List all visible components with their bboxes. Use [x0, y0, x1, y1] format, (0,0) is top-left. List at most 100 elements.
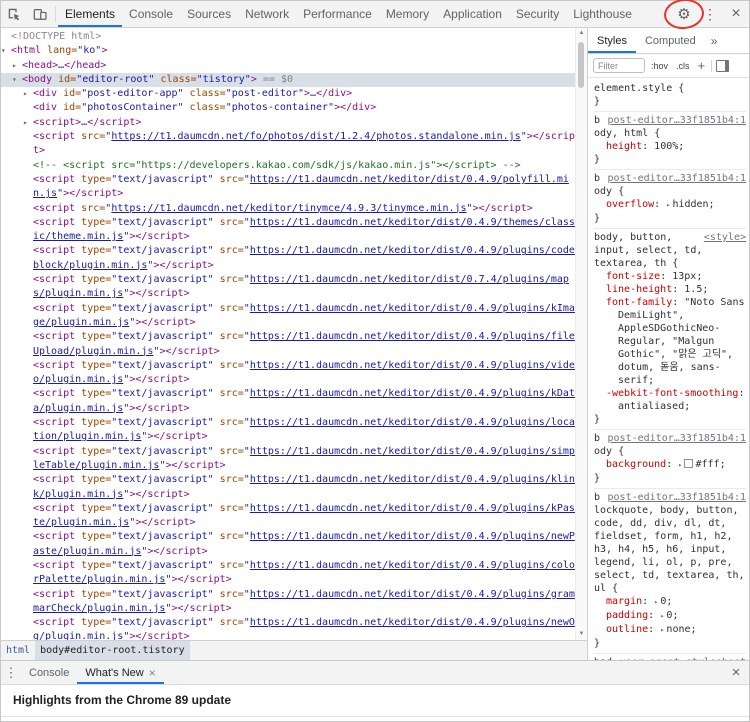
- overflow-tabs-icon[interactable]: »: [707, 28, 722, 53]
- property-value[interactable]: 0;: [660, 596, 672, 607]
- property-value[interactable]: 1.5;: [684, 284, 708, 295]
- rule-selector[interactable]: body, button, input, select, td, textare…: [594, 232, 702, 269]
- panel-tab-performance[interactable]: Performance: [296, 1, 379, 27]
- property-name[interactable]: -webkit-font-smoothing: [606, 388, 738, 399]
- property-name[interactable]: font-family: [606, 297, 672, 308]
- sidebar-tab-styles[interactable]: Styles: [588, 28, 636, 53]
- css-property[interactable]: -webkit-font-smoothing: antialiased;: [594, 387, 746, 413]
- styles-filter-input[interactable]: [593, 58, 645, 73]
- new-style-rule-button[interactable]: +: [696, 58, 708, 73]
- script-url-link[interactable]: https://t1.daumcdn.net/fo/photos/dist/1.…: [111, 131, 520, 142]
- tree-node[interactable]: <script type="text/javascript" src="http…: [1, 530, 575, 559]
- property-name[interactable]: overflow: [606, 199, 654, 210]
- scrollbar-thumb[interactable]: [578, 42, 584, 88]
- breadcrumb-html[interactable]: html: [1, 641, 35, 660]
- toggle-class-button[interactable]: .cls: [674, 60, 692, 72]
- property-value[interactable]: 13px;: [672, 271, 702, 282]
- sidebar-tab-computed[interactable]: Computed: [636, 28, 705, 53]
- tree-node[interactable]: <script type="text/javascript" src="http…: [1, 445, 575, 474]
- scroll-down-icon[interactable]: ▼: [576, 629, 587, 640]
- property-name[interactable]: background: [606, 459, 666, 470]
- tree-node[interactable]: ▸ <div id="post-editor-app" class="post-e…: [1, 87, 575, 101]
- tree-node[interactable]: <script type="text/javascript" src="http…: [1, 416, 575, 445]
- css-property[interactable]: font-size: 13px;: [594, 270, 746, 283]
- property-value[interactable]: #fff;: [695, 459, 725, 470]
- panel-tab-console[interactable]: Console: [122, 1, 180, 27]
- property-value[interactable]: none;: [666, 624, 696, 635]
- rule-selector[interactable]: element.style {: [594, 83, 684, 94]
- property-name[interactable]: font-size: [606, 271, 660, 282]
- panel-tab-lighthouse[interactable]: Lighthouse: [566, 1, 639, 27]
- tree-node[interactable]: <script type="text/javascript" src="http…: [1, 616, 575, 640]
- tree-node[interactable]: <!-- <script src="https://developers.kak…: [1, 159, 575, 173]
- panel-tab-security[interactable]: Security: [509, 1, 566, 27]
- expand-icon[interactable]: ▸: [12, 59, 22, 73]
- property-name[interactable]: margin: [606, 596, 642, 607]
- tree-node[interactable]: <script type="text/javascript" src="http…: [1, 173, 575, 202]
- device-toolbar-icon[interactable]: [27, 1, 53, 27]
- stylesheet-link[interactable]: <style>: [704, 231, 746, 244]
- tree-node[interactable]: <script type="text/javascript" src="http…: [1, 387, 575, 416]
- tree-node[interactable]: <script src="https://t1.daumcdn.net/fo/p…: [1, 130, 575, 159]
- css-property[interactable]: outline: ▸ none;: [594, 623, 746, 637]
- property-value[interactable]: "Noto Sans DemiLight", AppleSDGothicNeo-…: [618, 297, 745, 386]
- elements-scrollbar[interactable]: ▲ ▼: [575, 28, 587, 640]
- collapse-icon[interactable]: ▾: [12, 73, 22, 87]
- tree-node[interactable]: <script type="text/javascript" src="http…: [1, 473, 575, 502]
- tree-node[interactable]: <div id="photosContainer" class="photos-…: [1, 101, 575, 115]
- css-property[interactable]: line-height: 1.5;: [594, 283, 746, 296]
- tree-node[interactable]: <script type="text/javascript" src="http…: [1, 216, 575, 245]
- css-property[interactable]: margin: ▸ 0;: [594, 595, 746, 609]
- panel-tab-memory[interactable]: Memory: [379, 1, 436, 27]
- tree-node[interactable]: <script type="text/javascript" src="http…: [1, 359, 575, 388]
- tree-node[interactable]: ▸ <script>…</script>: [1, 116, 575, 130]
- close-devtools-icon[interactable]: ×: [723, 1, 749, 27]
- property-value[interactable]: 0;: [666, 610, 678, 621]
- close-drawer-icon[interactable]: ×: [723, 661, 749, 684]
- tree-node[interactable]: <script src="https://t1.daumcdn.net/kedi…: [1, 202, 575, 216]
- expand-icon[interactable]: ▸: [23, 116, 33, 130]
- scroll-up-icon[interactable]: ▲: [576, 28, 587, 39]
- panel-tab-application[interactable]: Application: [436, 1, 509, 27]
- more-options-icon[interactable]: ⋮: [697, 1, 723, 27]
- color-swatch[interactable]: [684, 459, 694, 468]
- css-property[interactable]: overflow: ▸ hidden;: [594, 198, 746, 212]
- stylesheet-link[interactable]: post-editor…33f1851b4:1: [608, 491, 746, 504]
- css-property[interactable]: background: ▸ #fff;: [594, 458, 746, 472]
- property-name[interactable]: line-height: [606, 284, 672, 295]
- expand-icon[interactable]: ▸: [23, 87, 33, 101]
- css-property[interactable]: font-family: "Noto Sans DemiLight", Appl…: [594, 296, 746, 387]
- settings-gear-icon[interactable]: ⚙: [662, 0, 706, 32]
- panel-tab-sources[interactable]: Sources: [180, 1, 238, 27]
- drawer-tab-console[interactable]: Console: [21, 661, 77, 684]
- css-property[interactable]: height: 100%;: [594, 140, 746, 153]
- tree-node[interactable]: <!DOCTYPE html>: [1, 30, 575, 44]
- tree-node[interactable]: <script type="text/javascript" src="http…: [1, 302, 575, 331]
- panel-tab-elements[interactable]: Elements: [58, 1, 122, 27]
- inspect-element-icon[interactable]: [1, 1, 27, 27]
- tree-node[interactable]: ▸ <head>…</head>: [1, 59, 575, 73]
- property-name[interactable]: outline: [606, 624, 648, 635]
- toggle-sidebar-icon[interactable]: [716, 59, 730, 72]
- property-value[interactable]: 100%;: [654, 141, 684, 152]
- tree-node[interactable]: <script type="text/javascript" src="http…: [1, 244, 575, 273]
- css-property[interactable]: padding: ▸ 0;: [594, 609, 746, 623]
- breadcrumb-body-editor-root-tistory[interactable]: body#editor-root.tistory: [35, 641, 190, 660]
- drawer-menu-icon[interactable]: ⋮: [1, 661, 21, 684]
- tree-node[interactable]: <script type="text/javascript" src="http…: [1, 588, 575, 617]
- stylesheet-link[interactable]: post-editor…33f1851b4:1: [608, 172, 746, 185]
- drawer-tab-what-s-new[interactable]: What's New ×: [77, 661, 163, 684]
- property-value[interactable]: antialiased;: [618, 401, 690, 412]
- tree-node[interactable]: <script type="text/javascript" src="http…: [1, 559, 575, 588]
- close-tab-icon[interactable]: ×: [149, 666, 156, 680]
- stylesheet-link[interactable]: post-editor…33f1851b4:1: [608, 432, 746, 445]
- stylesheet-link[interactable]: post-editor…33f1851b4:1: [608, 114, 746, 127]
- property-value[interactable]: hidden;: [672, 199, 714, 210]
- tree-node[interactable]: <script type="text/javascript" src="http…: [1, 330, 575, 359]
- collapse-icon[interactable]: ▾: [1, 44, 11, 58]
- tree-node[interactable]: ▾ <html lang="ko">: [1, 44, 575, 58]
- tree-node[interactable]: <script type="text/javascript" src="http…: [1, 273, 575, 302]
- tree-node[interactable]: ▾ <body id="editor-root" class="tistory">…: [1, 72, 575, 88]
- rule-selector[interactable]: blockquote, body, button, code, dd, div,…: [594, 492, 745, 594]
- panel-tab-network[interactable]: Network: [238, 1, 296, 27]
